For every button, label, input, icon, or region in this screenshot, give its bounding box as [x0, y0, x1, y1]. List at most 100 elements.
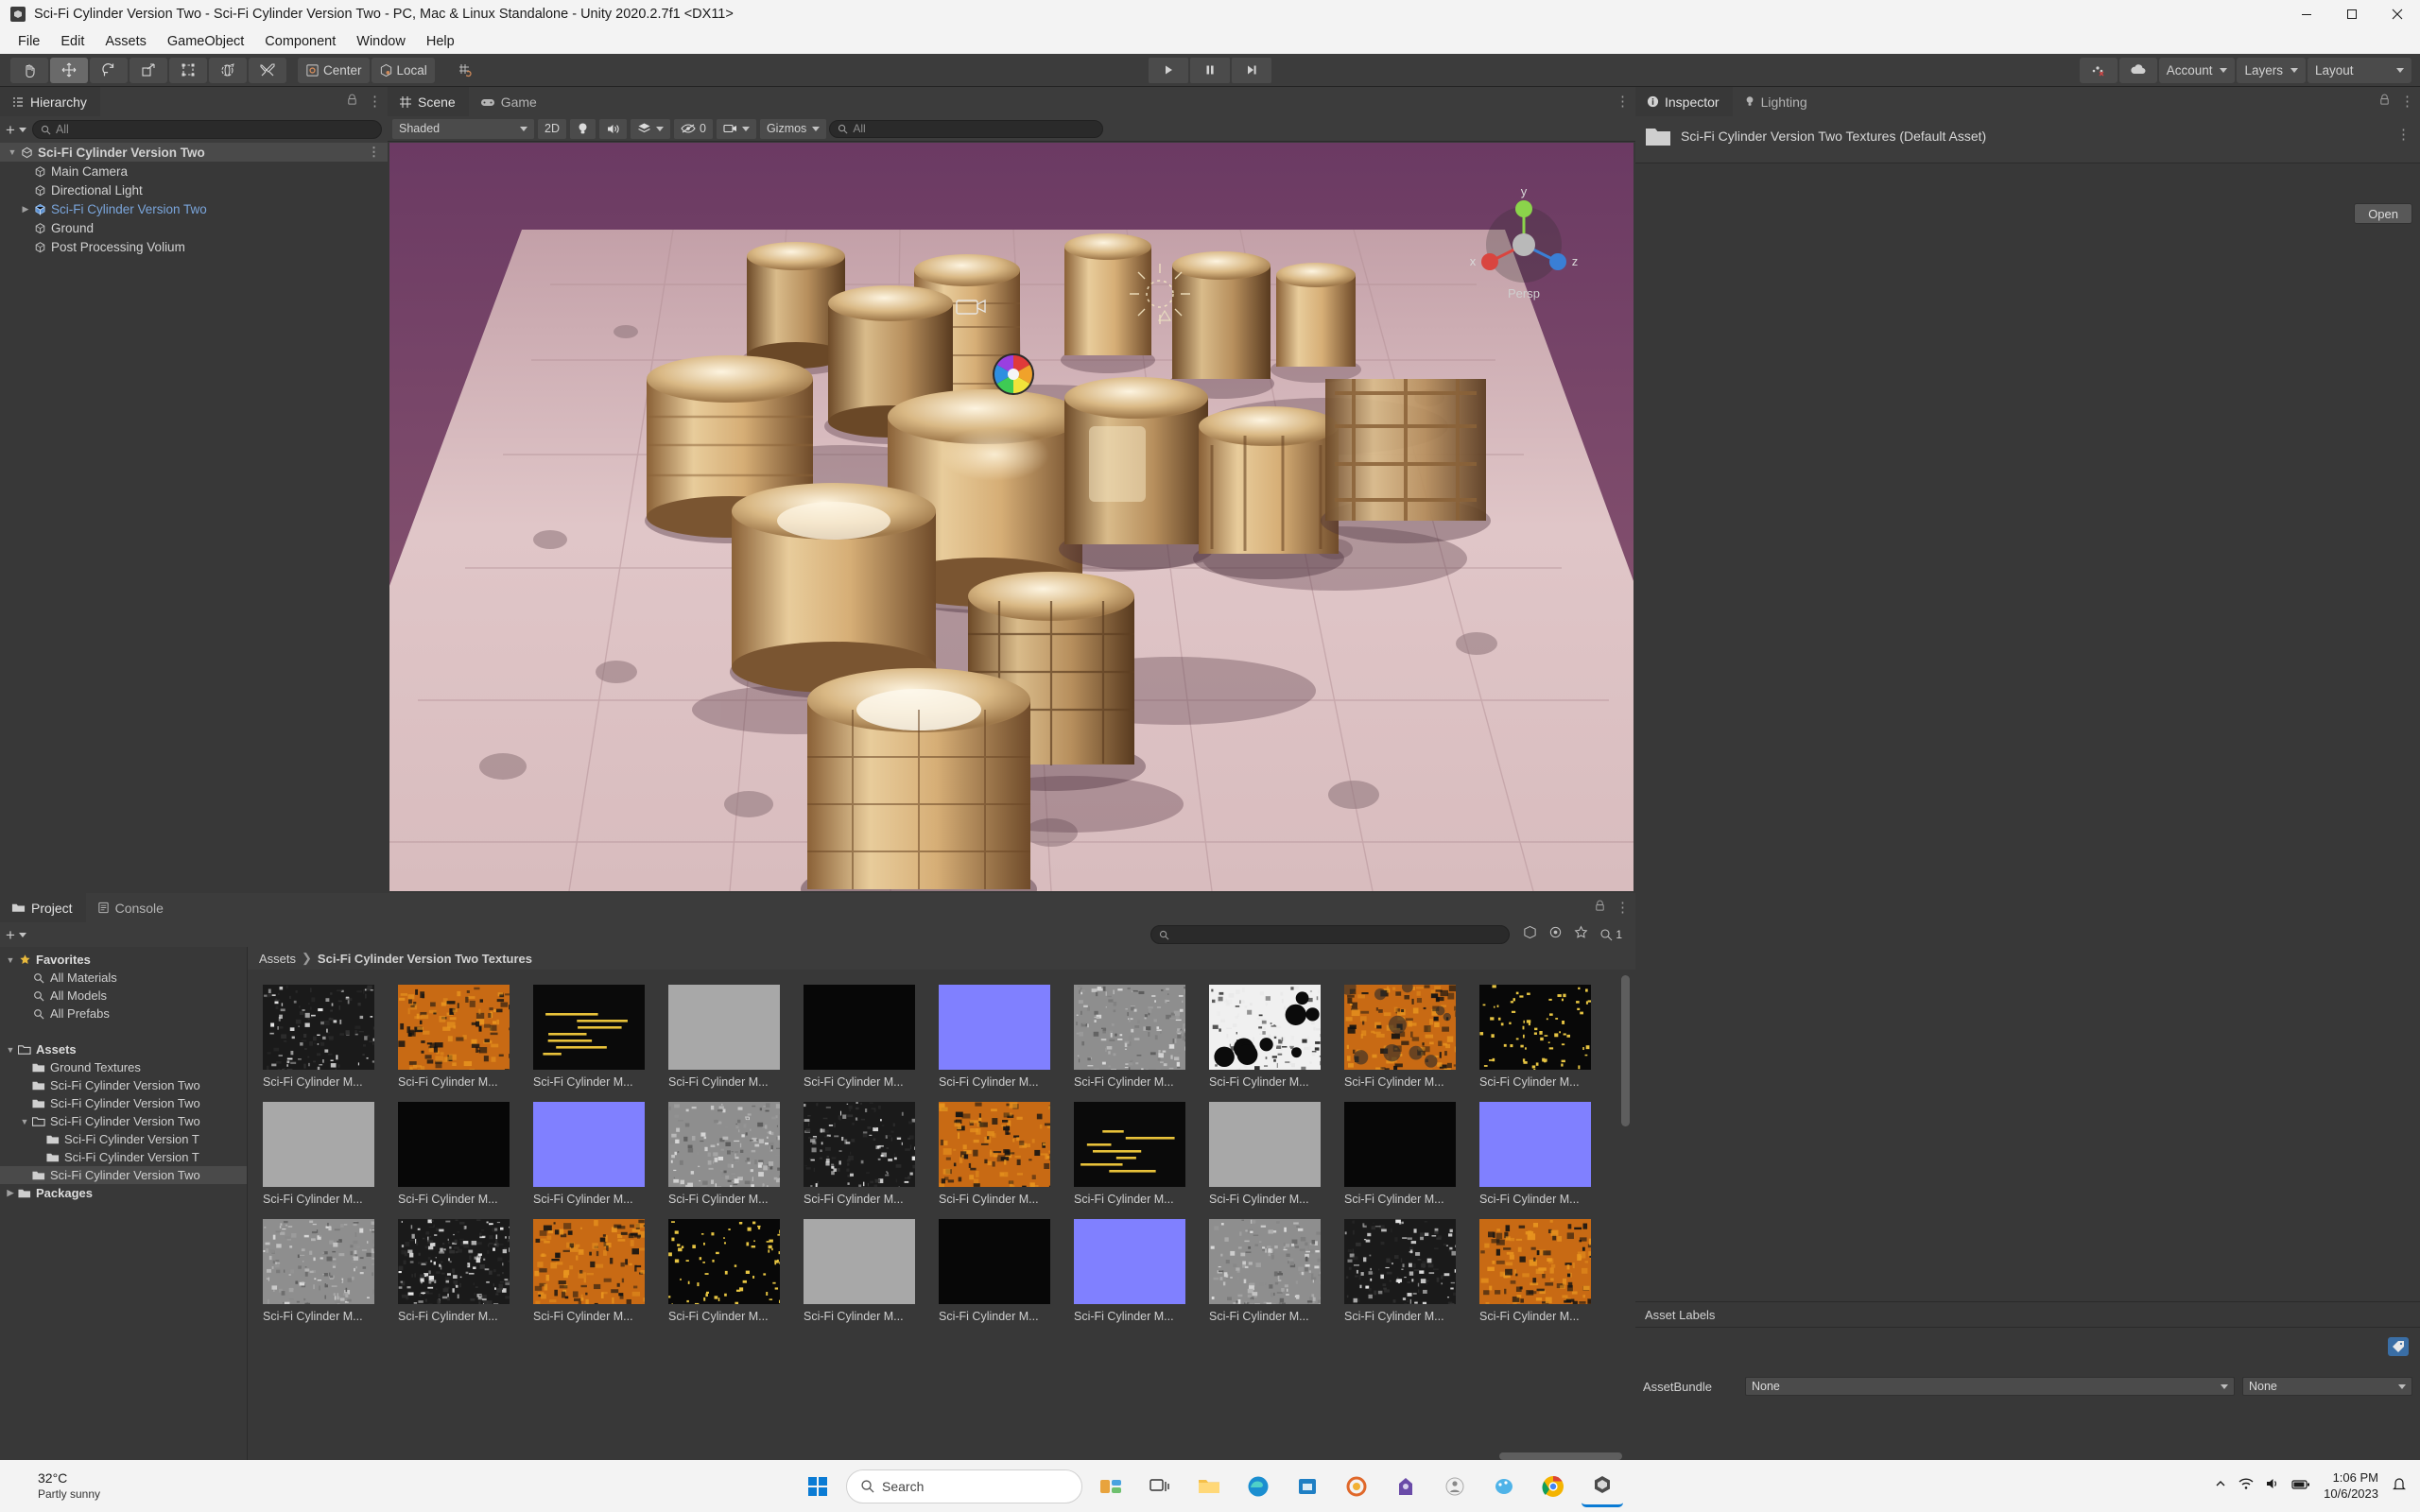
menu-file[interactable]: File: [8, 31, 50, 52]
asset-thumbnail[interactable]: [398, 985, 510, 1070]
filter-favorite-icon[interactable]: [1574, 925, 1588, 944]
project-create-button[interactable]: +: [6, 927, 26, 943]
tree-twisty[interactable]: ▼: [18, 1117, 31, 1126]
asset-grid-area[interactable]: Sci-Fi Cylinder M...Sci-Fi Cylinder M...…: [248, 970, 1635, 1463]
tree-twisty[interactable]: ▶: [4, 1188, 17, 1198]
draw-mode-dropdown[interactable]: Shaded: [392, 119, 534, 139]
project-tree-item[interactable]: All Models: [0, 987, 247, 1005]
scene-audio-toggle[interactable]: [599, 119, 627, 139]
scene-search-input[interactable]: All: [829, 120, 1103, 138]
asset-thumbnail[interactable]: [263, 985, 374, 1070]
asset-thumbnail[interactable]: [1074, 985, 1185, 1070]
scene-menu-icon[interactable]: ⋮: [1616, 94, 1630, 109]
asset-item[interactable]: Sci-Fi Cylinder M...: [263, 1102, 398, 1206]
asset-thumbnail[interactable]: [1479, 985, 1591, 1070]
hierarchy-item[interactable]: ▼Sci-Fi Cylinder Version Two⋮: [0, 143, 388, 162]
hierarchy-menu-icon[interactable]: ⋮: [368, 94, 382, 109]
windows-start-icon[interactable]: [797, 1466, 838, 1507]
menu-edit[interactable]: Edit: [50, 31, 95, 52]
inspector-menu-icon[interactable]: ⋮: [2400, 94, 2414, 109]
asset-thumbnail[interactable]: [939, 985, 1050, 1070]
asset-thumbnail[interactable]: [804, 1219, 915, 1304]
battery-icon[interactable]: [2291, 1478, 2310, 1495]
step-button[interactable]: [1232, 58, 1271, 83]
volume-icon[interactable]: [2265, 1477, 2280, 1495]
hierarchy-search-input[interactable]: All: [32, 120, 382, 139]
menu-component[interactable]: Component: [254, 31, 346, 52]
lock-icon[interactable]: [346, 94, 358, 111]
asset-thumbnail[interactable]: [668, 1102, 780, 1187]
asset-item[interactable]: Sci-Fi Cylinder M...: [804, 1219, 939, 1323]
asset-item[interactable]: Sci-Fi Cylinder M...: [668, 1219, 804, 1323]
scene-viewport[interactable]: y x z Persp: [389, 143, 1634, 891]
menu-help[interactable]: Help: [416, 31, 465, 52]
assetbundle-variant-dropdown[interactable]: None: [2242, 1377, 2412, 1396]
notification-icon[interactable]: [2392, 1476, 2407, 1496]
toggle-2d-button[interactable]: 2D: [538, 119, 566, 139]
asset-item[interactable]: Sci-Fi Cylinder M...: [398, 1102, 533, 1206]
hierarchy-item[interactable]: ▶Sci-Fi Cylinder Version Two: [0, 199, 388, 218]
layers-dropdown[interactable]: Layers: [2237, 58, 2306, 83]
account-dropdown[interactable]: Account: [2159, 58, 2236, 83]
close-button[interactable]: [2375, 0, 2420, 28]
asset-item[interactable]: Sci-Fi Cylinder M...: [1344, 1219, 1479, 1323]
collab-button[interactable]: [2080, 58, 2118, 83]
asset-item[interactable]: Sci-Fi Cylinder M...: [533, 1102, 668, 1206]
tab-console[interactable]: Console: [86, 893, 177, 922]
asset-item[interactable]: Sci-Fi Cylinder M...: [804, 985, 939, 1089]
asset-item[interactable]: Sci-Fi Cylinder M...: [1209, 1219, 1344, 1323]
menu-window[interactable]: Window: [346, 31, 416, 52]
photos-icon[interactable]: [1336, 1466, 1377, 1507]
asset-item[interactable]: Sci-Fi Cylinder M...: [804, 1102, 939, 1206]
asset-item[interactable]: Sci-Fi Cylinder M...: [1209, 1102, 1344, 1206]
asset-item[interactable]: Sci-Fi Cylinder M...: [398, 1219, 533, 1323]
hierarchy-add-button[interactable]: +: [6, 122, 26, 138]
menu-gameobject[interactable]: GameObject: [157, 31, 254, 52]
rotation-mode-button[interactable]: Local: [372, 58, 435, 83]
filter-package-icon[interactable]: [1523, 925, 1537, 944]
asset-thumbnail[interactable]: [1344, 985, 1456, 1070]
tab-hierarchy[interactable]: Hierarchy: [0, 87, 100, 116]
menu-assets[interactable]: Assets: [95, 31, 157, 52]
project-tree-item[interactable]: Sci-Fi Cylinder Version Two: [0, 1076, 247, 1094]
asset-item[interactable]: Sci-Fi Cylinder M...: [1344, 1102, 1479, 1206]
mail-icon[interactable]: [1385, 1466, 1426, 1507]
tab-inspector[interactable]: Inspector: [1635, 87, 1733, 116]
asset-thumbnail[interactable]: [939, 1102, 1050, 1187]
tree-twisty[interactable]: ▼: [4, 955, 17, 965]
asset-thumbnail[interactable]: [804, 985, 915, 1070]
project-search-input[interactable]: [1150, 925, 1510, 944]
project-tree-item[interactable]: ▼Sci-Fi Cylinder Version Two: [0, 1112, 247, 1130]
breadcrumb-assets[interactable]: Assets: [259, 952, 296, 966]
asset-item[interactable]: Sci-Fi Cylinder M...: [1344, 985, 1479, 1089]
play-button[interactable]: [1149, 58, 1188, 83]
asset-item[interactable]: Sci-Fi Cylinder M...: [533, 985, 668, 1089]
tag-icon[interactable]: [2388, 1337, 2409, 1356]
chrome-icon[interactable]: [1532, 1466, 1574, 1507]
hierarchy-item[interactable]: Main Camera: [0, 162, 388, 180]
asset-thumbnail[interactable]: [1479, 1102, 1591, 1187]
rotate-tool-button[interactable]: [90, 58, 128, 83]
move-tool-button[interactable]: [50, 58, 88, 83]
hierarchy-twisty[interactable]: ▼: [6, 147, 19, 157]
task-view-icon[interactable]: [1139, 1466, 1181, 1507]
project-tree-item[interactable]: ▼Assets: [0, 1040, 247, 1058]
asset-thumbnail[interactable]: [533, 1102, 645, 1187]
asset-thumbnail[interactable]: [1074, 1102, 1185, 1187]
asset-thumbnail[interactable]: [804, 1102, 915, 1187]
project-tree-item[interactable]: ▶Packages: [0, 1184, 247, 1202]
filter-type-icon[interactable]: [1548, 925, 1563, 944]
transform-tool-button[interactable]: [209, 58, 247, 83]
asset-thumbnail[interactable]: [1209, 1102, 1321, 1187]
asset-thumbnail[interactable]: [263, 1102, 374, 1187]
hierarchy-item[interactable]: Post Processing Volium: [0, 237, 388, 256]
store-icon[interactable]: [1287, 1466, 1328, 1507]
project-tree-item[interactable]: Sci-Fi Cylinder Version Two: [0, 1094, 247, 1112]
project-tree-item[interactable]: Sci-Fi Cylinder Version T: [0, 1148, 247, 1166]
project-tree-item[interactable]: ▼Favorites: [0, 951, 247, 969]
scene-visibility-toggle[interactable]: 0: [674, 119, 713, 139]
filter-search-count[interactable]: 1: [1599, 928, 1622, 941]
asset-item[interactable]: Sci-Fi Cylinder M...: [1209, 985, 1344, 1089]
asset-item[interactable]: Sci-Fi Cylinder M...: [263, 985, 398, 1089]
asset-item[interactable]: Sci-Fi Cylinder M...: [263, 1219, 398, 1323]
